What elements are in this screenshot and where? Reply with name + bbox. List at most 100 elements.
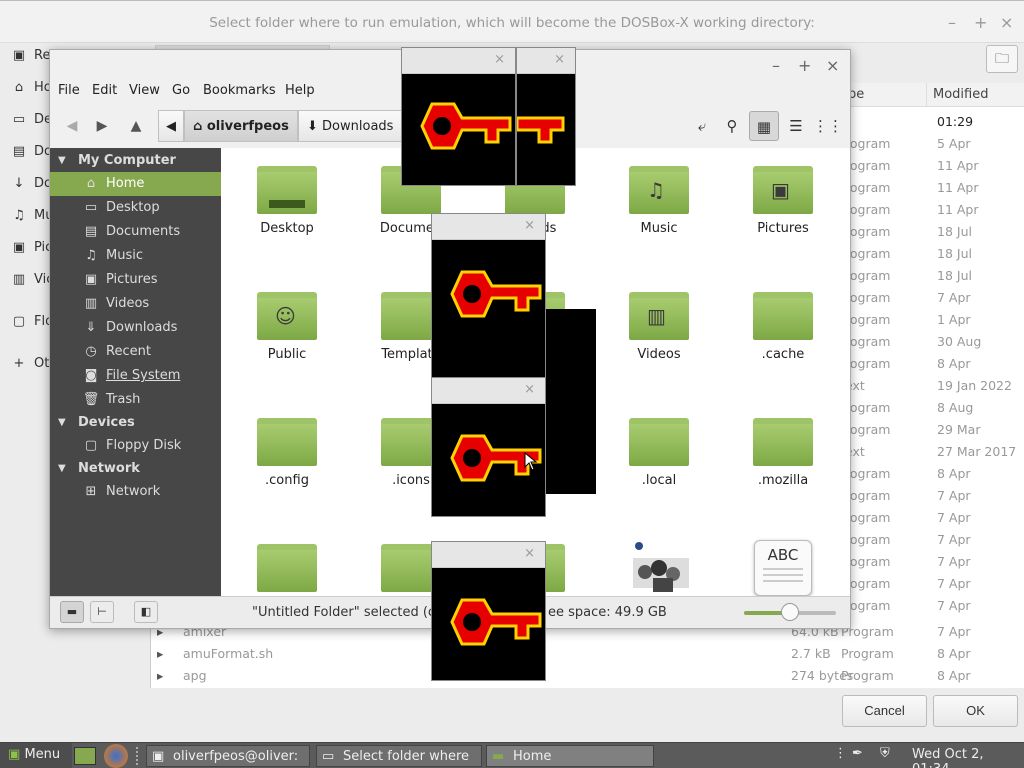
menu-file[interactable]: File <box>58 83 80 98</box>
dialog-minimize-button[interactable]: – <box>948 13 956 32</box>
key-window-close-button[interactable]: × <box>524 546 535 561</box>
dialog-sidebar-videos[interactable]: ▥ Vic <box>10 269 54 291</box>
create-folder-button[interactable]: 🗀 <box>986 45 1018 73</box>
dialog-sidebar-pictures[interactable]: ▣ Pic <box>10 237 52 259</box>
shield-icon[interactable]: ⛨ <box>880 746 890 761</box>
sidebar-item-music[interactable]: ♫ Music <box>50 244 221 268</box>
dialog-sidebar-other[interactable]: + Ot <box>10 353 50 375</box>
forward-button[interactable]: ▶ <box>88 112 116 140</box>
floppy-icon: ▢ <box>12 314 26 329</box>
folder-item[interactable]: .local <box>599 400 719 500</box>
hide-sidebar-button[interactable]: ◧ <box>134 601 158 623</box>
folder-item[interactable]: ▥ Videos <box>599 274 719 374</box>
dialog-maximize-button[interactable]: + <box>974 13 987 32</box>
icon-view-button[interactable]: ▦ <box>749 111 779 141</box>
folder-item[interactable]: ☺ Public <box>227 274 347 374</box>
more-icon[interactable]: ⋮ <box>834 746 847 761</box>
taskbar-home[interactable]: ▬ Home <box>486 745 654 767</box>
taskbar-select-folder[interactable]: ▭Select folder where ... <box>316 745 482 767</box>
search-button[interactable]: ⚲ <box>717 111 747 141</box>
section-network[interactable]: ▼ Network <box>50 458 140 480</box>
sidebar-item-floppy-disk[interactable]: ▢ Floppy Disk <box>50 434 221 458</box>
section-devices[interactable]: ▼ Devices <box>50 412 135 434</box>
folder-item[interactable]: .config <box>227 400 347 500</box>
row-type: rogram <box>845 422 891 437</box>
breadcrumb-downloads[interactable]: ⬇ Downloads <box>298 110 406 142</box>
sidebar-item-home[interactable]: ⌂ Home <box>50 172 221 196</box>
dialog-sidebar-recent[interactable]: ▣ Re <box>10 45 51 67</box>
dialog-sidebar-music[interactable]: ♫ Mu <box>10 205 53 227</box>
dialog-file-row[interactable]: ▸ amuFormat.sh 2.7 kB Program 8 Apr <box>151 643 1024 665</box>
key-window-close-button[interactable]: × <box>524 382 535 397</box>
folder-item[interactable]: .cache <box>723 274 843 374</box>
list-view-button[interactable]: ☰ <box>781 111 811 141</box>
key-window-close-button[interactable]: × <box>524 218 535 233</box>
sidebar-item-videos[interactable]: ▥ Videos <box>50 292 221 316</box>
show-places-button[interactable]: ▬ <box>60 601 84 623</box>
sidebar-item-desktop[interactable]: ▭ Desktop <box>50 196 221 220</box>
menu-view[interactable]: View <box>129 83 160 98</box>
maximize-button[interactable]: + <box>798 56 811 75</box>
folder-item[interactable]: Desktop <box>227 148 347 248</box>
dialog-close-button[interactable]: × <box>1000 13 1013 32</box>
firefox-launcher-icon[interactable] <box>104 744 128 768</box>
key-window-titlebar[interactable]: × <box>432 378 545 404</box>
menu-bookmarks[interactable]: Bookmarks <box>203 83 276 98</box>
key-window-close-button[interactable]: × <box>554 52 565 67</box>
key-window[interactable]: × <box>516 47 576 186</box>
key-window-titlebar[interactable]: × <box>432 542 545 568</box>
show-desktop-button[interactable] <box>74 747 96 765</box>
key-window[interactable]: × <box>431 541 546 681</box>
dialog-sidebar-desktop[interactable]: ▭ De <box>10 109 52 131</box>
folder-item[interactable]: .mozilla <box>723 400 843 500</box>
expander-icon: ▼ <box>58 155 66 166</box>
menu-edit[interactable]: Edit <box>92 83 117 98</box>
column-modified[interactable]: Modified <box>926 83 1024 107</box>
dialog-file-row[interactable]: ▸ apg 274 bytes Program 8 Apr <box>151 665 1024 687</box>
compact-view-button[interactable]: ⋮⋮ <box>813 111 843 141</box>
text-file-icon[interactable]: ABC <box>754 540 812 596</box>
key-window-titlebar[interactable]: × <box>432 214 545 240</box>
key-window[interactable]: × <box>401 47 516 186</box>
clock[interactable]: Wed Oct 2, 01:34 <box>912 747 1024 768</box>
menu-help[interactable]: Help <box>285 83 315 98</box>
zoom-slider-handle[interactable] <box>781 603 799 621</box>
dialog-sidebar-home[interactable]: ⌂ Ho <box>10 77 52 99</box>
sidebar-item-recent[interactable]: ◷ Recent <box>50 340 221 364</box>
section-my-computer[interactable]: ▼ My Computer <box>50 150 176 172</box>
show-tree-button[interactable]: ⊢ <box>90 601 114 623</box>
dialog-sidebar-documents[interactable]: ▤ Do <box>10 141 52 163</box>
key-window-titlebar[interactable]: × <box>517 48 575 74</box>
folder-item[interactable] <box>227 526 347 596</box>
column-type[interactable]: pe <box>841 83 926 107</box>
cancel-button[interactable]: Cancel <box>842 695 927 727</box>
dialog-sidebar-floppy[interactable]: ▢ Flo <box>10 311 53 333</box>
sidebar-item-file-system[interactable]: ◙ File System <box>50 364 221 388</box>
key-window-titlebar[interactable]: × <box>402 48 515 74</box>
close-button[interactable]: × <box>826 56 839 75</box>
breadcrumb-left-button[interactable]: ◀ <box>158 110 184 142</box>
menu-go[interactable]: Go <box>172 83 190 98</box>
key-window-close-button[interactable]: × <box>494 52 505 67</box>
ok-button[interactable]: OK <box>933 695 1018 727</box>
menu-button[interactable]: ▣ Menu <box>0 743 72 768</box>
image-thumbnail[interactable] <box>629 538 693 596</box>
key-window[interactable]: × <box>431 213 546 385</box>
sidebar-item-network[interactable]: ⊞ Network <box>50 480 221 504</box>
key-window[interactable]: × <box>431 377 546 517</box>
sidebar-item-downloads[interactable]: ⇓ Downloads <box>50 316 221 340</box>
sidebar-item-trash[interactable]: 🗑 Trash <box>50 388 221 412</box>
breadcrumb-home[interactable]: ⌂ oliverfpeos <box>184 110 298 142</box>
folder-item[interactable]: ▣ Pictures <box>723 148 843 248</box>
network-status-icon[interactable]: ✒ <box>852 746 863 761</box>
compact-view-icon: ⋮⋮ <box>813 117 843 135</box>
sidebar-item-documents[interactable]: ▤ Documents <box>50 220 221 244</box>
sidebar-item-pictures[interactable]: ▣ Pictures <box>50 268 221 292</box>
folder-item[interactable]: ♫ Music <box>599 148 719 248</box>
back-button[interactable]: ◀ <box>58 112 86 140</box>
up-button[interactable]: ▲ <box>122 112 150 140</box>
minimize-button[interactable]: – <box>772 56 780 75</box>
dialog-sidebar-downloads[interactable]: ↓ Do <box>10 173 52 195</box>
taskbar-terminal[interactable]: ▣oliverfpeos@oliver: ~ <box>146 745 310 767</box>
toggle-location-button[interactable]: ⤶ <box>687 111 717 141</box>
